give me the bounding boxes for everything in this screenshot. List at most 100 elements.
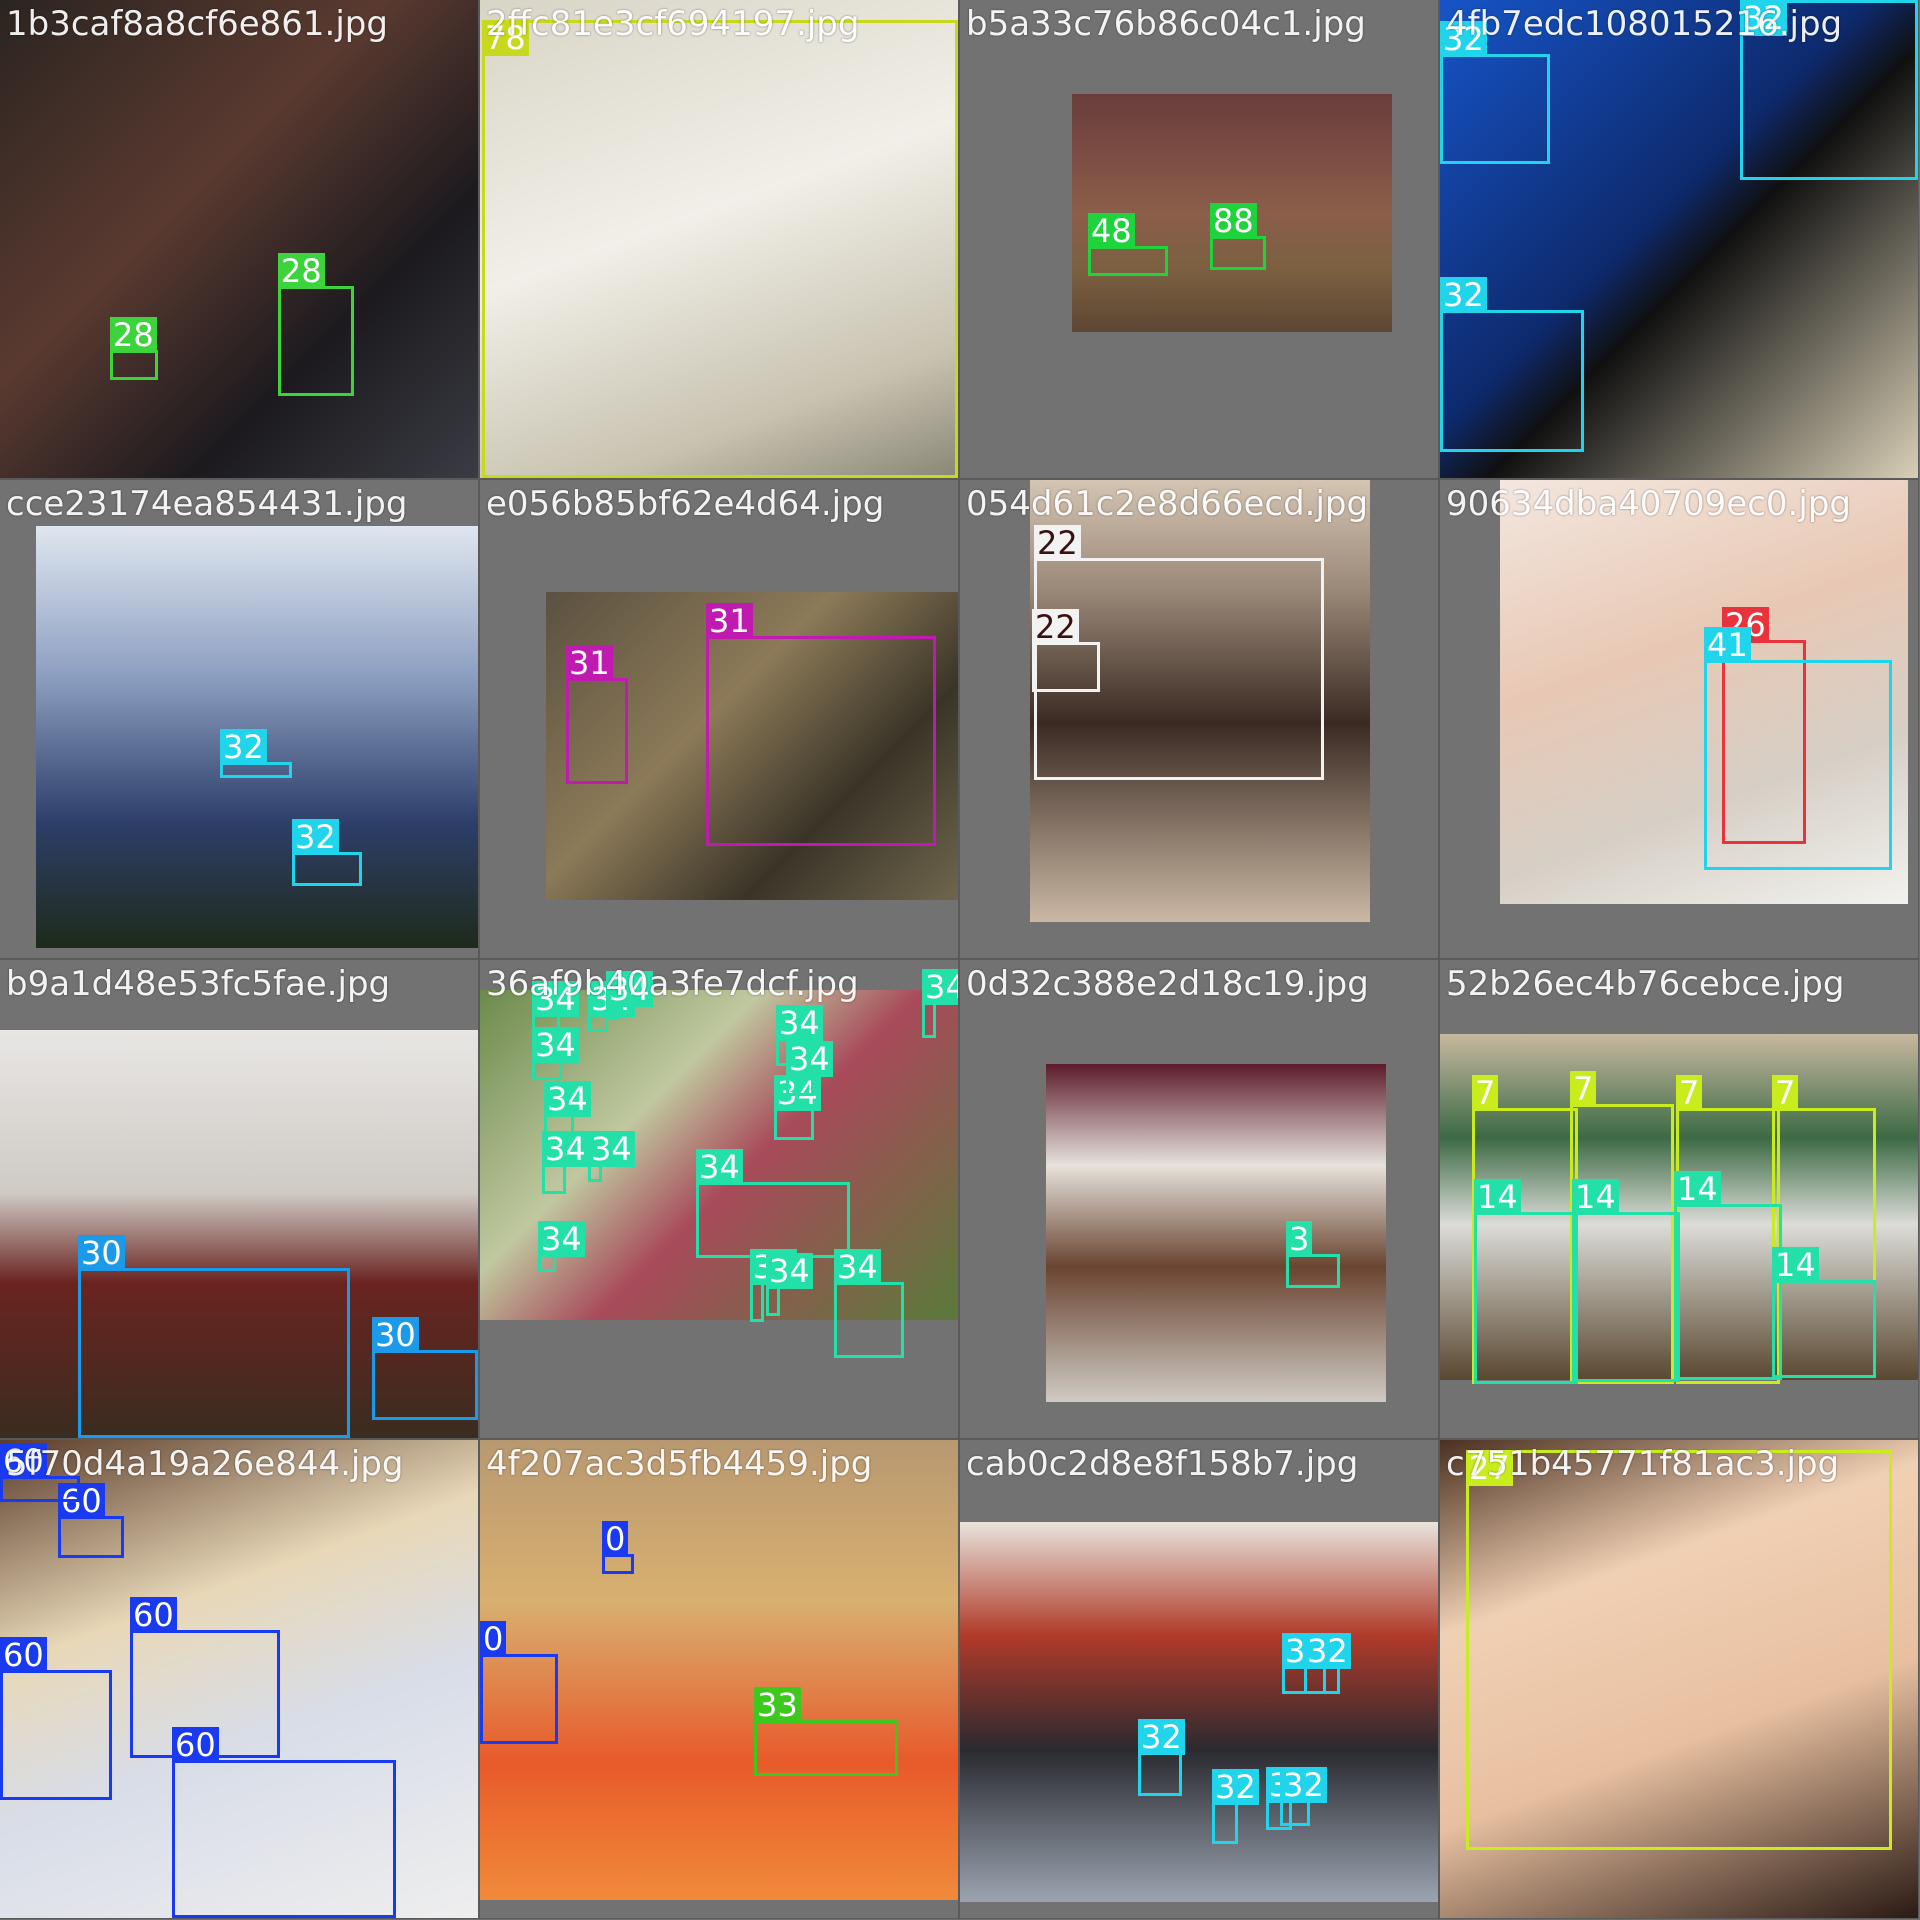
bounding-box: 32 (1440, 277, 1584, 452)
class-label: 31 (706, 603, 753, 639)
class-label: 30 (78, 1235, 125, 1271)
class-label: 34 (922, 969, 958, 1005)
class-label: 60 (130, 1597, 177, 1633)
bounding-box: 34 (774, 1075, 821, 1140)
class-label: 7 (1570, 1071, 1597, 1107)
bounding-box: 32 (1212, 1769, 1259, 1844)
image-tile: 32 32 32 4fb7edc108015216.jpg (1439, 0, 1919, 479)
bounding-box: 34 (588, 981, 635, 1032)
bounding-box: 22 (1034, 525, 1324, 780)
photo (0, 0, 478, 478)
bounding-box: 34 (542, 1131, 589, 1194)
bounding-box: 14 (1474, 1179, 1578, 1384)
image-tile: 28 28 1b3caf8a8cf6e861.jpg (0, 0, 479, 479)
bounding-box: 41 (1704, 627, 1892, 870)
bounding-box: 34 (786, 1041, 833, 1096)
filename-label: c751b45771f81ac3.jpg (1446, 1444, 1840, 1484)
photo (960, 1522, 1438, 1902)
class-label: 32 (1440, 277, 1487, 313)
bounding-box: 27 (1466, 1450, 1892, 1850)
bounding-box: 78 (482, 20, 958, 478)
bounding-box: 34 (922, 969, 958, 1038)
bounding-box: 3 (1286, 1221, 1340, 1288)
filename-label: 0d32c388e2d18c19.jpg (966, 964, 1369, 1004)
bounding-box: 14 (1674, 1171, 1782, 1380)
photo (1046, 1064, 1386, 1402)
class-label: 31 (566, 645, 613, 681)
class-label: 33 (754, 1687, 801, 1723)
bounding-box: 34 (532, 1027, 579, 1080)
bounding-box: 28 (110, 317, 158, 380)
class-label: 0 (480, 1621, 507, 1657)
class-label: 32 (1138, 1719, 1185, 1755)
class-label: 41 (1704, 627, 1751, 663)
class-label: 32 (220, 729, 267, 765)
filename-label: e056b85bf62e4d64.jpg (486, 484, 885, 524)
class-label: 34 (696, 1149, 743, 1185)
filename-label: 90634dba40709ec0.jpg (1446, 484, 1851, 524)
bounding-box: 60 (58, 1483, 124, 1558)
class-label: 28 (278, 253, 325, 289)
class-label: 34 (542, 1131, 589, 1167)
class-label: 32 (1212, 1769, 1259, 1805)
bounding-box: 32 (1280, 1767, 1327, 1826)
bounding-box: 48 (1088, 213, 1168, 276)
filename-label: b5a33c76b86c04c1.jpg (966, 4, 1366, 44)
class-label: 14 (1772, 1247, 1819, 1283)
filename-label: 2ffc81e3cf694197.jpg (486, 4, 860, 44)
bounding-box: 60 (0, 1637, 112, 1800)
filename-label: cce23174ea854431.jpg (6, 484, 408, 524)
image-tile: 78 2ffc81e3cf694197.jpg (479, 0, 959, 479)
bounding-box: 30 (372, 1317, 478, 1420)
image-tile: 30 30 b9a1d48e53fc5fae.jpg (0, 959, 479, 1439)
bounding-box: 34 (696, 1149, 850, 1258)
class-label: 30 (372, 1317, 419, 1353)
class-label: 34 (538, 1221, 585, 1257)
bounding-box: 31 (706, 603, 936, 846)
bounding-box: 88 (1210, 203, 1266, 270)
image-tile: 60 60 60 60 60 5f70d4a19a26e844.jpg (0, 1439, 479, 1919)
class-label: 3 (1286, 1221, 1313, 1257)
image-tile: 31 31 e056b85bf62e4d64.jpg (479, 479, 959, 959)
class-label: 34 (544, 1081, 591, 1117)
class-label: 14 (1572, 1179, 1619, 1215)
filename-label: cab0c2d8e8f158b7.jpg (966, 1444, 1359, 1484)
filename-label: 36af9b40a3fe7dcf.jpg (486, 964, 859, 1004)
filename-label: 4f207ac3d5fb4459.jpg (486, 1444, 873, 1484)
image-tile: 22 22 054d61c2e8d66ecd.jpg (959, 479, 1439, 959)
bounding-box: 14 (1772, 1247, 1876, 1378)
bounding-box: 34 (834, 1249, 904, 1358)
bounding-box: 30 (78, 1235, 350, 1438)
bounding-box: 32 (292, 819, 362, 886)
filename-label: 52b26ec4b76cebce.jpg (1446, 964, 1845, 1004)
bounding-box: 32 (1304, 1633, 1351, 1694)
class-label: 88 (1210, 203, 1257, 239)
filename-label: 5f70d4a19a26e844.jpg (6, 1444, 404, 1484)
bounding-box: 32 (1138, 1719, 1185, 1796)
bounding-box: 32 (220, 729, 292, 778)
bounding-box: 32 (1440, 21, 1550, 164)
image-tile: 7 7 7 7 14 14 14 14 52b26ec4b76cebce.jpg (1439, 959, 1919, 1439)
filename-label: 4fb7edc108015216.jpg (1446, 4, 1843, 44)
class-label: 34 (588, 1131, 635, 1167)
bounding-box: 0 (480, 1621, 558, 1744)
bounding-box: 34 (588, 1131, 635, 1182)
image-tile: 48 88 b5a33c76b86c04c1.jpg (959, 0, 1439, 479)
class-label: 14 (1474, 1179, 1521, 1215)
filename-label: 054d61c2e8d66ecd.jpg (966, 484, 1369, 524)
class-label: 34 (532, 1027, 579, 1063)
class-label: 34 (834, 1249, 881, 1285)
class-label: 7 (1676, 1075, 1703, 1111)
bounding-box: 0 (602, 1521, 634, 1574)
image-tile: 3434343434343434343434343434343436af9b40… (479, 959, 959, 1439)
bounding-box: 34 (766, 1253, 813, 1316)
filename-label: b9a1d48e53fc5fae.jpg (6, 964, 391, 1004)
image-tile: 323232323232cab0c2d8e8f158b7.jpg (959, 1439, 1439, 1919)
class-label: 14 (1674, 1171, 1721, 1207)
class-label: 48 (1088, 213, 1135, 249)
class-label: 32 (1304, 1633, 1351, 1669)
bounding-box: 28 (278, 253, 354, 396)
class-label: 0 (602, 1521, 629, 1557)
filename-label: 1b3caf8a8cf6e861.jpg (6, 4, 388, 44)
image-tile: 0 0 33 4f207ac3d5fb4459.jpg (479, 1439, 959, 1919)
